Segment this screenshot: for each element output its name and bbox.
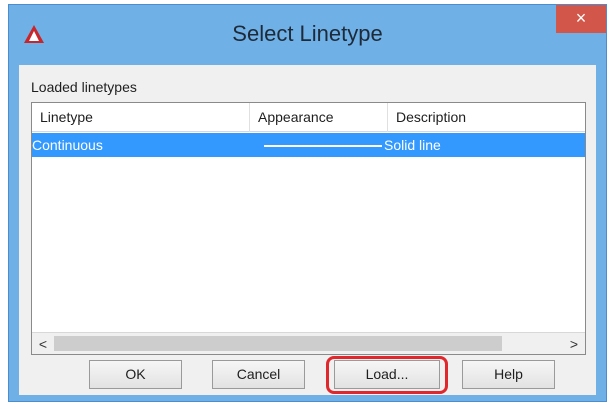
scroll-thumb[interactable] (54, 336, 502, 351)
column-header-linetype[interactable]: Linetype (32, 103, 250, 132)
loaded-linetypes-label: Loaded linetypes (31, 79, 137, 95)
dialog-body: Loaded linetypes Linetype Appearance Des… (19, 65, 596, 395)
close-button[interactable]: × (556, 5, 606, 33)
cell-linetype: Continuous (32, 137, 103, 153)
ok-button[interactable]: OK (89, 360, 182, 389)
linetype-list[interactable]: Linetype Appearance Description Continuo… (31, 102, 586, 355)
horizontal-scrollbar[interactable]: < > (32, 332, 585, 354)
column-header-description[interactable]: Description (388, 103, 587, 132)
cancel-button[interactable]: Cancel (212, 360, 305, 389)
list-header: Linetype Appearance Description (32, 103, 585, 132)
highlight-ring (326, 356, 448, 394)
scroll-right-arrow[interactable]: > (563, 333, 585, 355)
appearance-line-sample (264, 145, 382, 147)
scroll-left-arrow[interactable]: < (32, 333, 54, 355)
close-icon: × (575, 8, 587, 28)
column-header-appearance[interactable]: Appearance (250, 103, 388, 132)
dialog-window: Select Linetype × Loaded linetypes Linet… (8, 4, 607, 402)
help-button[interactable]: Help (462, 360, 555, 389)
title-bar[interactable]: Select Linetype × (9, 5, 606, 63)
table-row[interactable]: Continuous Solid line (32, 133, 585, 157)
window-title: Select Linetype (232, 21, 383, 46)
cell-description: Solid line (384, 137, 441, 153)
